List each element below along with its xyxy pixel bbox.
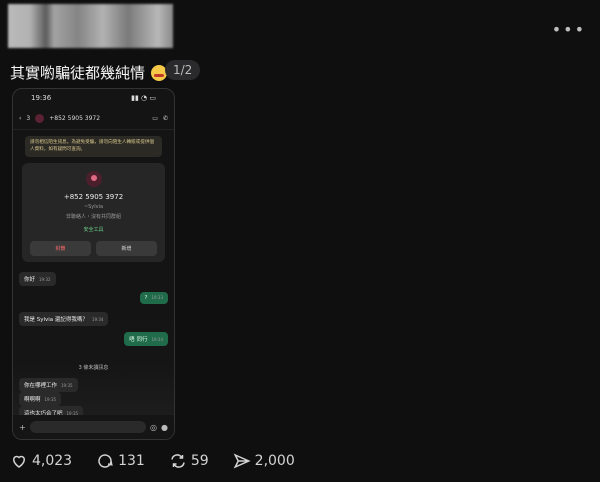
comment-button[interactable]: 131 — [96, 452, 145, 470]
post-text: 其實喲騙徒都幾純情 — [10, 62, 168, 83]
chat-messages-area: 你好 19:32 ? 19:33 我是 Sylvia 還記得我嗎？ 19:34 唔 同… — [13, 268, 174, 428]
chat-header: ‹ 3 +852 5905 3972 ▭ ✆ — [13, 107, 174, 130]
status-time: 19:36 — [31, 94, 52, 102]
message-input-bar: + ◎ ● — [13, 415, 174, 439]
camera-icon: ◎ — [150, 422, 158, 432]
like-button[interactable]: 4,023 — [10, 452, 72, 470]
contact-card: +852 5905 3972 ~Sylvia 非聯絡人・沒有共同群組 安全工具 … — [22, 163, 165, 262]
image-page-indicator: 1/2 — [165, 60, 201, 80]
comment-count: 131 — [118, 453, 145, 469]
post-actions-bar: 4,023 131 59 2,000 — [10, 452, 295, 470]
message-bubble: 啊啊啊 19:35 — [19, 392, 62, 406]
message-bubble: 你好 19:32 — [19, 272, 56, 286]
send-icon — [233, 453, 251, 469]
back-count: 3 — [26, 114, 31, 122]
blurred-avatar-and-username — [8, 4, 173, 48]
share-count: 2,000 — [254, 453, 295, 469]
post-caption: 其實喲騙徒都幾純情 — [10, 64, 146, 82]
back-chevron-icon: ‹ — [19, 114, 22, 122]
status-icons: ▮▮ ◔ ▭ — [131, 94, 156, 102]
heart-icon — [12, 455, 26, 468]
message-input-field — [29, 421, 147, 433]
card-subtitle: 非聯絡人・沒有共同群組 — [65, 214, 121, 220]
card-buttons: 封鎖 新增 — [30, 241, 157, 256]
message-bubble: 唔 同行 19:34 — [124, 332, 168, 346]
contact-avatar-icon — [35, 113, 45, 123]
card-phone-number: +852 5905 3972 — [63, 193, 124, 201]
comment-icon — [98, 454, 113, 468]
chat-screenshot-image[interactable]: 19:36 ▮▮ ◔ ▭ ‹ 3 +852 5905 3972 ▭ ✆ 請勿相信… — [12, 88, 175, 440]
message-bubble: ? 19:33 — [139, 292, 168, 304]
add-contact-button: 新增 — [96, 241, 157, 256]
plus-icon: + — [19, 422, 26, 432]
repost-button[interactable]: 59 — [169, 452, 209, 470]
contact-card-avatar-icon — [85, 171, 102, 187]
repost-count: 59 — [190, 453, 209, 469]
video-call-icon: ▭ — [152, 114, 158, 122]
phone-call-icon: ✆ — [162, 114, 168, 122]
message-bubble: 我是 Sylvia 還記得我嗎？ 19:34 — [19, 312, 109, 326]
more-options-icon[interactable]: ••• — [552, 20, 586, 39]
like-count: 4,023 — [32, 453, 73, 469]
safety-tools-link: 安全工具 — [83, 227, 104, 233]
unread-messages-divider: 3 條未讀訊息 — [78, 365, 109, 371]
microphone-icon: ● — [161, 422, 168, 432]
share-button[interactable]: 2,000 — [233, 452, 295, 470]
block-button: 封鎖 — [30, 241, 91, 256]
contact-number: +852 5905 3972 — [49, 114, 101, 122]
card-name: ~Sylvia — [83, 204, 104, 210]
phone-status-bar: 19:36 ▮▮ ◔ ▭ — [13, 89, 174, 107]
scam-warning-banner: 請勿相信陌生訊息。為避免受騙，請勿向陌生人轉賬或提供個人資料，如有疑問可查詢。 — [25, 136, 162, 157]
repost-icon — [171, 454, 185, 468]
message-bubble: 你在哪裡工作 19:35 — [19, 378, 78, 392]
